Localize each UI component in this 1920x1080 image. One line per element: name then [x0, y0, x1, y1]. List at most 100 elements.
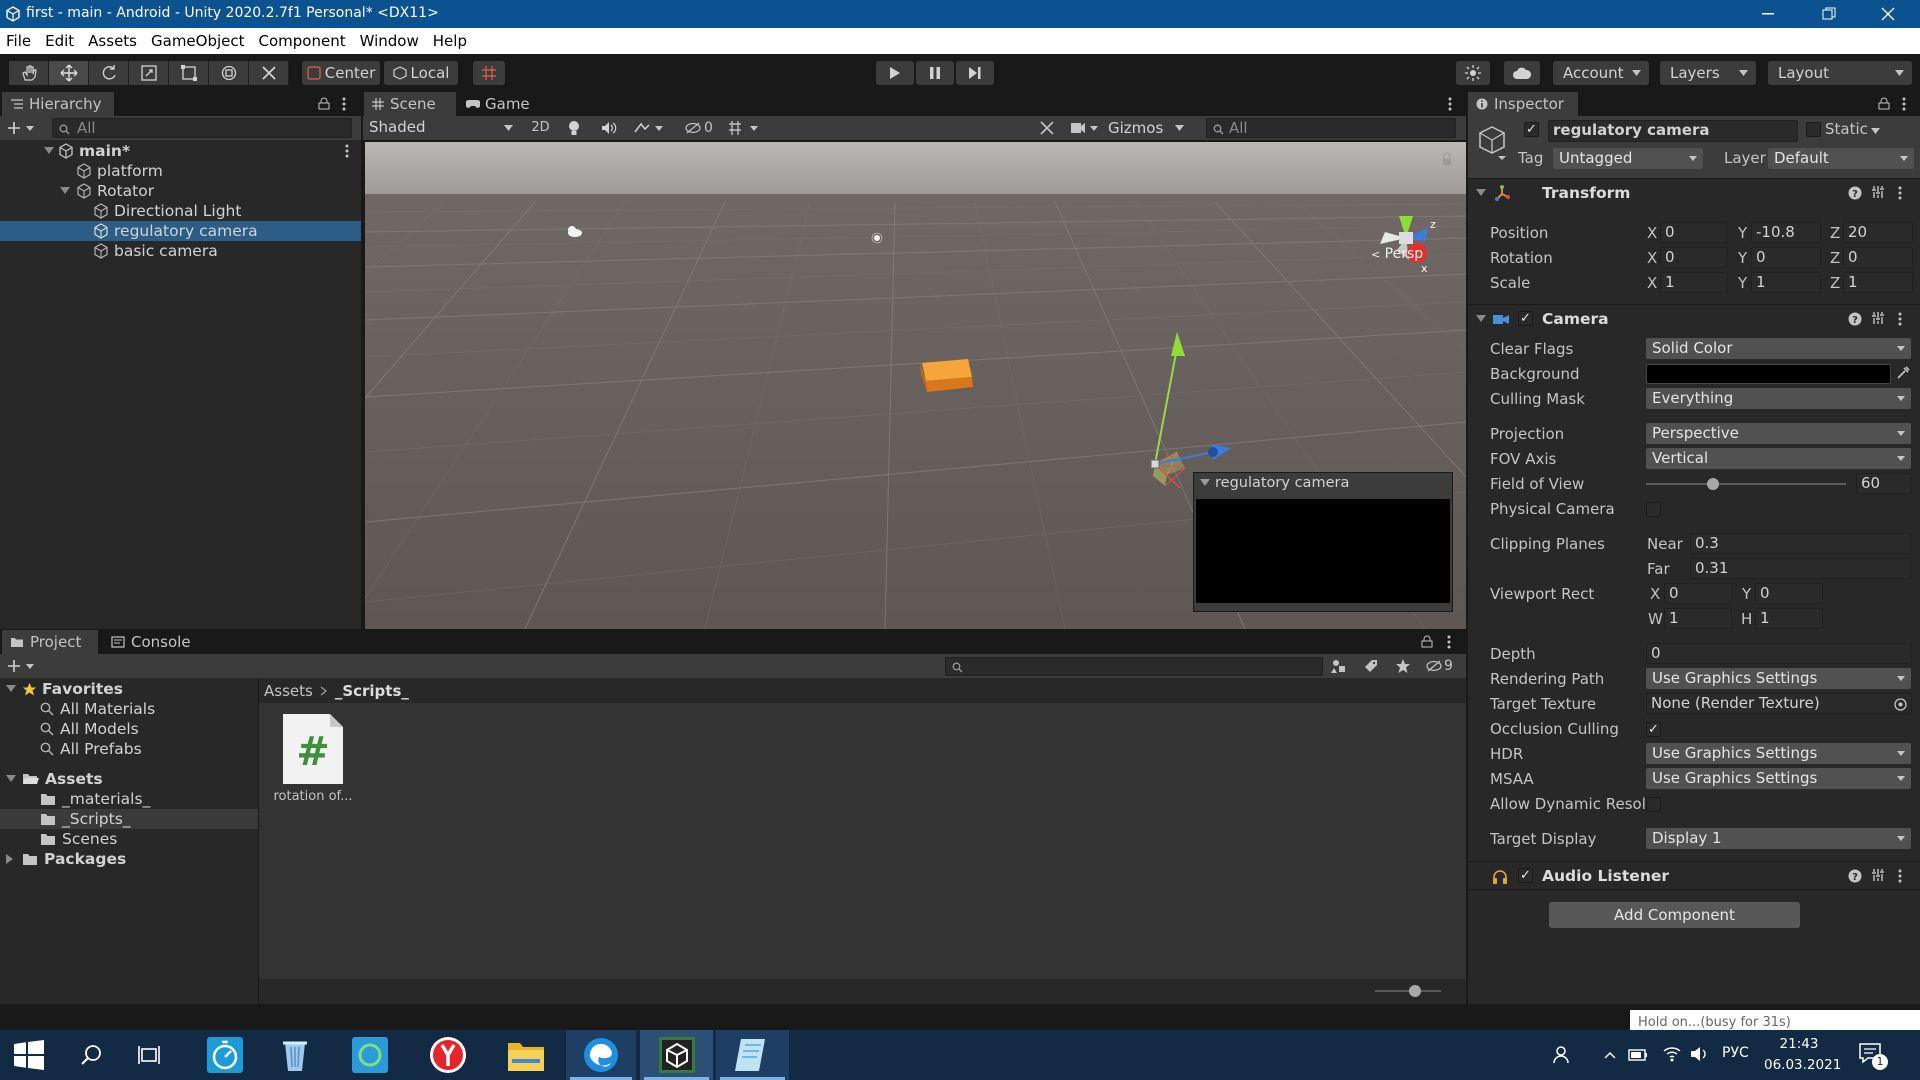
menu-file[interactable]: File [6, 32, 31, 50]
layer-dropdown[interactable]: Default [1768, 148, 1914, 169]
collapsed-triangle-icon[interactable] [6, 854, 14, 864]
position-z-field[interactable]: 20 [1843, 222, 1913, 243]
tools-icon[interactable] [1039, 120, 1055, 136]
language-indicator[interactable]: РУС [1722, 1045, 1749, 1061]
dynamic-resolution-checkbox[interactable] [1646, 797, 1661, 812]
transform-tool-button[interactable] [209, 61, 249, 85]
physical-camera-checkbox[interactable] [1646, 502, 1661, 517]
viewport-x-field[interactable]: 0 [1664, 583, 1732, 604]
hidden-objects-toggle[interactable]: 0 [685, 116, 713, 140]
rotation-y-field[interactable]: 0 [1751, 247, 1821, 268]
add-component-button[interactable]: Add Component [1549, 902, 1800, 928]
scale-y-field[interactable]: 1 [1751, 272, 1821, 293]
folder-item-scripts[interactable]: _Scripts_ [0, 809, 258, 829]
battery-icon[interactable] [1628, 1048, 1648, 1062]
camera-preview-header[interactable]: regulatory camera [1200, 475, 1349, 491]
rotation-x-field[interactable]: 0 [1660, 247, 1728, 268]
more-icon[interactable] [1902, 97, 1906, 111]
clear-flags-dropdown[interactable]: Solid Color [1646, 338, 1911, 359]
scene-search-input[interactable]: All [1206, 118, 1456, 138]
expand-triangle-icon[interactable] [1476, 189, 1486, 197]
expand-triangle-icon[interactable] [44, 147, 54, 155]
occlusion-culling-checkbox[interactable]: ✓ [1646, 722, 1661, 737]
help-icon[interactable]: ? [1848, 869, 1862, 883]
add-icon[interactable] [8, 121, 34, 135]
viewport-w-field[interactable]: 1 [1664, 608, 1732, 629]
help-icon[interactable]: ? [1848, 186, 1862, 200]
chevron-up-icon[interactable] [1604, 1051, 1616, 1059]
menu-help[interactable]: Help [433, 32, 467, 50]
taskbar-app-recycle[interactable] [265, 1030, 325, 1080]
hierarchy-search-input[interactable]: All [52, 118, 352, 138]
zoom-slider-thumb[interactable] [1409, 985, 1421, 997]
transform-header[interactable]: Transform ? [1468, 178, 1920, 206]
effects-dropdown-icon[interactable] [633, 120, 663, 136]
fov-axis-dropdown[interactable]: Vertical [1646, 448, 1911, 469]
target-display-dropdown[interactable]: Display 1 [1646, 828, 1911, 849]
favorite-item-all-prefabs[interactable]: All Prefabs [0, 739, 258, 759]
preset-icon[interactable] [1871, 311, 1885, 325]
assets-section[interactable]: Assets [0, 769, 258, 789]
filter-type-icon[interactable] [1331, 658, 1347, 674]
custom-tool-button[interactable] [249, 61, 289, 85]
zoom-slider-track[interactable] [1375, 990, 1441, 992]
viewport-y-field[interactable]: 0 [1755, 583, 1823, 604]
scale-z-field[interactable]: 1 [1843, 272, 1913, 293]
tab-scene[interactable]: Scene [364, 92, 456, 116]
fov-field[interactable]: 60 [1856, 473, 1912, 494]
active-checkbox[interactable]: ✓ [1524, 122, 1539, 137]
taskbar-app-dotnet[interactable] [340, 1030, 400, 1080]
minimize-icon[interactable] [1762, 13, 1774, 15]
clock[interactable]: 21:43 06.03.2021 [1764, 1034, 1841, 1076]
expand-triangle-icon[interactable] [6, 685, 16, 693]
favorites-section[interactable]: Favorites [0, 679, 258, 699]
more-icon[interactable] [1898, 869, 1902, 883]
people-icon[interactable] [1552, 1044, 1574, 1066]
shading-dropdown[interactable]: Shaded [369, 118, 519, 138]
packages-section[interactable]: Packages [0, 849, 258, 869]
move-tool-button[interactable] [49, 61, 89, 85]
account-dropdown[interactable]: Account [1553, 61, 1649, 85]
lock-icon[interactable] [1878, 97, 1890, 110]
gizmos-dropdown[interactable]: Gizmos [1108, 116, 1188, 140]
asset-item-script[interactable]: # rotation of... [271, 713, 353, 804]
hand-tool-button[interactable] [9, 61, 49, 85]
layers-dropdown[interactable]: Layers [1660, 61, 1756, 85]
menu-assets[interactable]: Assets [88, 32, 137, 50]
preset-icon[interactable] [1871, 868, 1885, 882]
audio-listener-checkbox[interactable]: ✓ [1518, 868, 1533, 883]
restore-icon[interactable] [1822, 7, 1836, 21]
cloud-button[interactable] [1504, 61, 1540, 85]
hierarchy-item-directional-light[interactable]: Directional Light [0, 201, 361, 221]
menu-edit[interactable]: Edit [45, 32, 74, 50]
close-icon[interactable] [1881, 7, 1895, 21]
hierarchy-item-platform[interactable]: platform [0, 161, 361, 181]
expand-triangle-icon[interactable] [1476, 315, 1486, 323]
background-color-swatch[interactable] [1646, 364, 1891, 384]
tab-game[interactable]: Game [458, 92, 540, 116]
static-dropdown[interactable]: Static [1825, 120, 1880, 138]
near-field[interactable]: 0.3 [1690, 533, 1912, 554]
favorite-item-all-models[interactable]: All Models [0, 719, 258, 739]
culling-mask-dropdown[interactable]: Everything [1646, 388, 1911, 409]
object-name-field[interactable]: regulatory camera [1548, 120, 1798, 142]
camera-dropdown-icon[interactable] [1070, 121, 1100, 135]
projection-dropdown[interactable]: Perspective [1646, 423, 1911, 444]
action-center-button[interactable]: 1 [1858, 1042, 1890, 1072]
scale-x-field[interactable]: 1 [1660, 272, 1728, 293]
folder-item-materials[interactable]: _materials_ [0, 789, 258, 809]
camera-header[interactable]: ✓ Camera ? [1468, 304, 1920, 332]
hierarchy-item-regulatory-camera[interactable]: regulatory camera [0, 221, 361, 241]
taskbar-app-explorer[interactable] [493, 1030, 558, 1080]
far-field[interactable]: 0.31 [1690, 558, 1912, 579]
pause-button[interactable] [916, 61, 954, 85]
taskbar-app-notepad[interactable] [716, 1030, 789, 1080]
help-icon[interactable]: ? [1848, 312, 1862, 326]
step-button[interactable] [956, 61, 994, 85]
viewport-h-field[interactable]: 1 [1755, 608, 1823, 629]
start-button[interactable] [0, 1030, 58, 1080]
more-icon[interactable] [342, 97, 346, 111]
favorite-item-all-materials[interactable]: All Materials [0, 699, 258, 719]
camera-enabled-checkbox[interactable]: ✓ [1518, 311, 1533, 326]
hierarchy-item-rotator[interactable]: Rotator [0, 181, 361, 201]
